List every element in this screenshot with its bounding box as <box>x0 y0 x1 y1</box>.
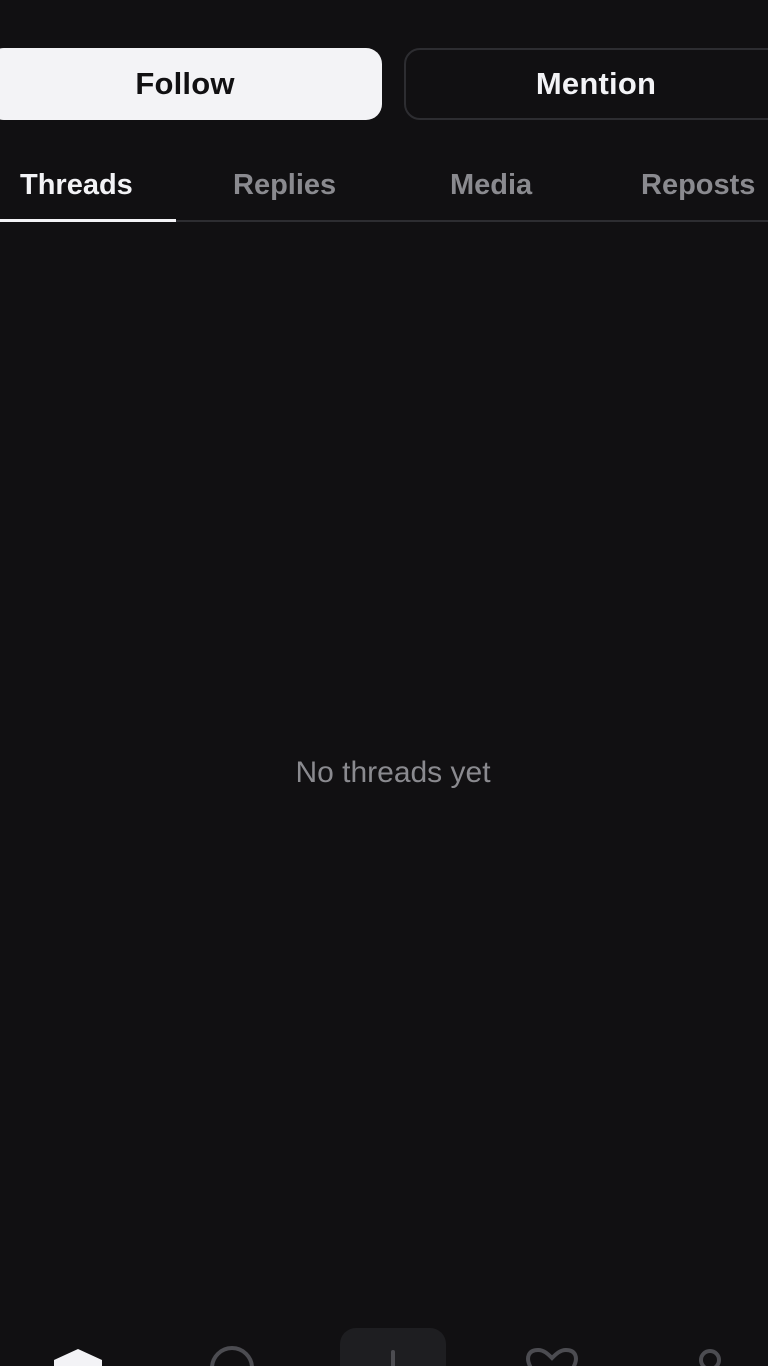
profile-tabs: Threads Replies Media Reposts <box>0 150 768 222</box>
empty-state-message: No threads yet <box>295 756 491 789</box>
tab-reposts[interactable]: Reposts <box>641 150 755 220</box>
profile-actions: Follow Mention <box>0 48 768 120</box>
home-icon <box>54 1349 102 1366</box>
heart-icon <box>526 1347 578 1366</box>
tab-replies[interactable]: Replies <box>233 150 336 220</box>
active-tab-indicator <box>0 219 176 222</box>
profile-screen: Follow Mention Threads Replies Media Rep… <box>0 0 768 1366</box>
nav-search[interactable] <box>192 1318 272 1366</box>
tab-media[interactable]: Media <box>450 150 532 220</box>
nav-compose[interactable] <box>338 1318 448 1366</box>
nav-home[interactable] <box>38 1318 118 1366</box>
search-icon <box>210 1346 254 1366</box>
nav-activity[interactable] <box>512 1318 592 1366</box>
compose-icon <box>340 1328 446 1366</box>
tab-threads[interactable]: Threads <box>20 150 133 220</box>
mention-button[interactable]: Mention <box>404 48 768 120</box>
profile-icon <box>699 1349 721 1366</box>
nav-profile[interactable] <box>670 1318 750 1366</box>
follow-button[interactable]: Follow <box>0 48 382 120</box>
bottom-nav <box>0 1318 768 1366</box>
